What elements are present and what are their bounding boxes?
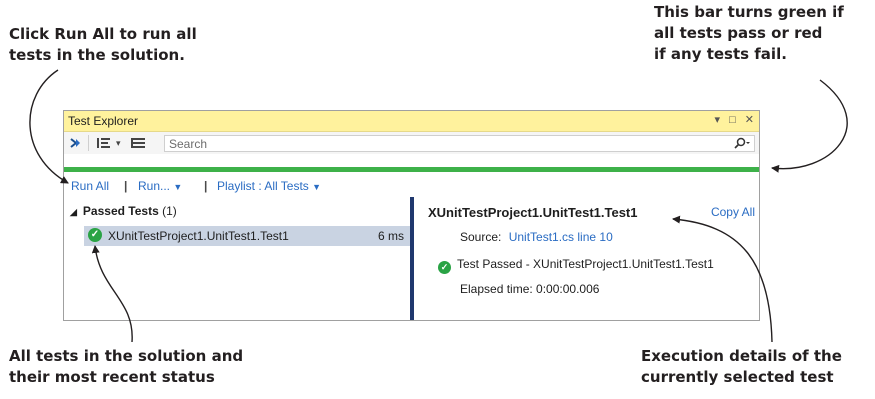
callout-line: currently selected test (641, 368, 834, 386)
test-group-header[interactable]: ◢ Passed Tests (1) (70, 204, 177, 218)
test-details-pane: XUnitTestProject1.UnitTest1.Test1 Copy A… (414, 200, 759, 320)
command-bar: Run All | Run... ▼ | Playlist : All Test… (64, 177, 759, 195)
test-name: XUnitTestProject1.UnitTest1.Test1 (108, 229, 289, 243)
callout-line: if any tests fail. (654, 45, 787, 63)
callout-run-all: Click Run All to run all tests in the so… (9, 24, 197, 66)
run-all-link[interactable]: Run All (71, 179, 109, 193)
callout-details: Execution details of the currently selec… (641, 346, 842, 388)
callout-line: All tests in the solution and (9, 347, 244, 365)
arrow-to-status-bar (771, 79, 848, 173)
elapsed-time: Elapsed time: 0:00:00.006 (460, 282, 600, 296)
source-link[interactable]: UnitTest1.cs line 10 (509, 230, 613, 244)
callout-line: This bar turns green if (654, 3, 844, 21)
group-label: Passed Tests (82, 204, 159, 218)
search-input[interactable] (169, 136, 709, 151)
window-menu-icon[interactable]: ▾ (714, 114, 720, 126)
test-status-bar (64, 167, 759, 172)
callout-line: Click Run All to run all (9, 25, 197, 43)
command-separator: | (204, 179, 208, 193)
test-duration: 6 ms (377, 229, 404, 243)
playlist-menu-link[interactable]: Playlist : All Tests ▼ (217, 179, 321, 193)
callout-status-bar: This bar turns green if all tests pass o… (654, 2, 844, 65)
details-title: XUnitTestProject1.UnitTest1.Test1 (428, 205, 638, 220)
callout-line: tests in the solution. (9, 46, 185, 64)
result-row: ✓ Test Passed - XUnitTestProject1.UnitTes… (438, 257, 714, 274)
copy-all-link[interactable]: Copy All (711, 205, 755, 219)
test-row[interactable]: ✓ XUnitTestProject1.UnitTest1.Test1 6 ms (84, 226, 410, 246)
chevron-down-icon: ▼ (173, 182, 183, 192)
toolbar-divider (88, 135, 89, 151)
run-menu-label: Run... (138, 179, 171, 193)
search-icon[interactable] (733, 136, 751, 153)
group-count: (1) (162, 204, 177, 218)
toolbar: ▾ (64, 132, 759, 154)
playlist-icon[interactable] (130, 136, 146, 153)
passed-check-icon: ✓ (88, 228, 102, 242)
test-explorer-window: Test Explorer ▾ □ ✕ ▾ Run All | Run (63, 110, 760, 321)
window-title: Test Explorer (68, 114, 139, 128)
source-label: Source: (460, 230, 502, 244)
search-field[interactable] (164, 135, 755, 152)
run-tests-icon[interactable] (69, 136, 83, 153)
maximize-icon[interactable]: □ (729, 114, 736, 126)
callout-line: Execution details of the (641, 347, 842, 365)
group-by-icon[interactable] (96, 136, 112, 153)
chevron-down-icon: ▼ (312, 182, 322, 192)
passed-check-icon: ✓ (438, 261, 451, 274)
window-controls: ▾ □ ✕ (708, 113, 754, 126)
close-icon[interactable]: ✕ (745, 114, 754, 126)
chevron-down-icon[interactable]: ▾ (116, 138, 121, 149)
result-text: Test Passed - XUnitTestProject1.UnitTest… (457, 257, 714, 271)
collapse-triangle-icon[interactable]: ◢ (70, 207, 77, 217)
test-list-pane: ◢ Passed Tests (1) ✓ XUnitTestProject1.Un… (64, 200, 410, 320)
source-row: Source: UnitTest1.cs line 10 (460, 230, 613, 244)
callout-line: all tests pass or red (654, 24, 823, 42)
callout-test-list: All tests in the solution and their most… (9, 346, 243, 388)
command-separator: | (124, 179, 128, 193)
playlist-menu-label: Playlist : All Tests (217, 179, 309, 193)
callout-line: their most recent status (9, 368, 215, 386)
window-titlebar: Test Explorer ▾ □ ✕ (64, 111, 759, 132)
run-menu-link[interactable]: Run... ▼ (138, 179, 182, 193)
